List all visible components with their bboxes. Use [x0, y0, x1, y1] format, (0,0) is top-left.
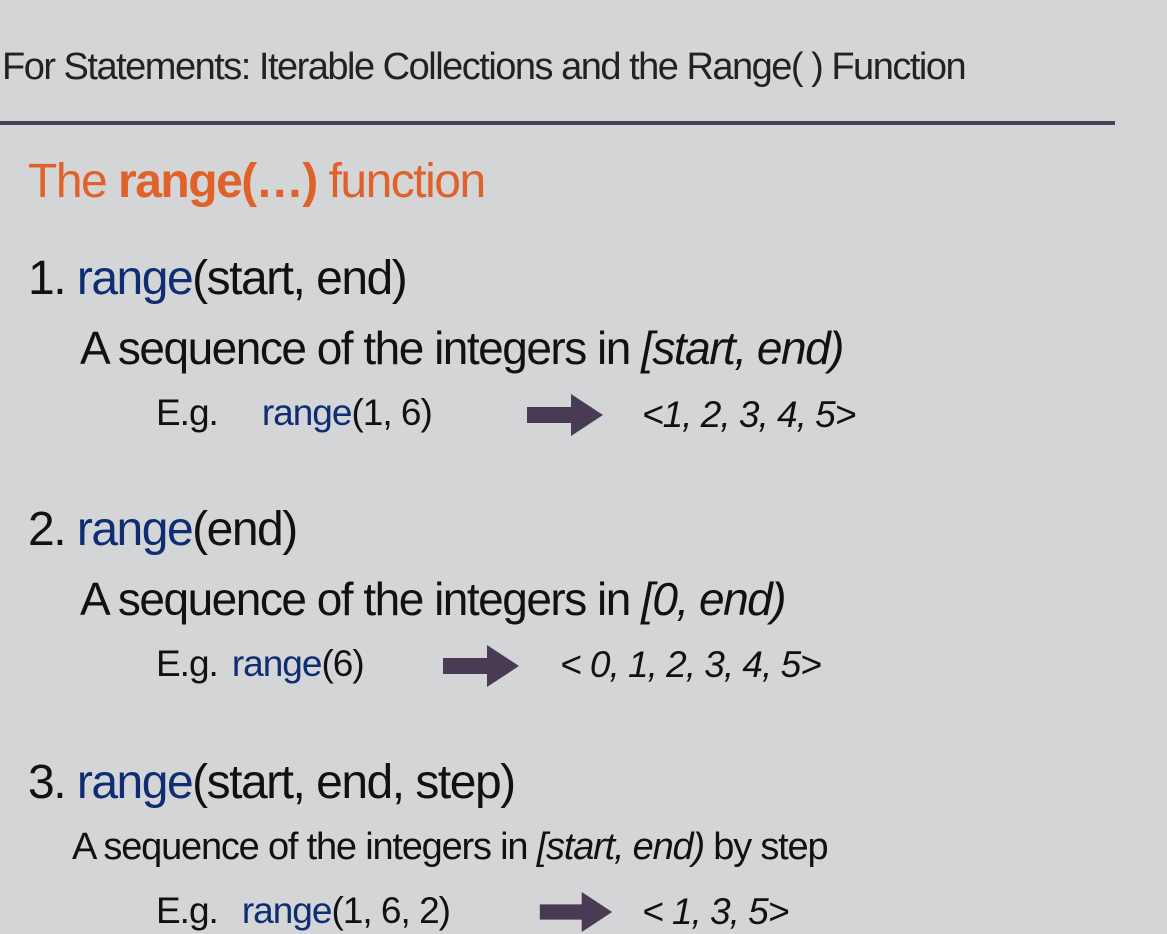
right-arrow-icon [527, 394, 603, 436]
section-heading: The range(…) function [28, 155, 487, 208]
function-args: (end) [192, 503, 298, 556]
item-3-signature: 3. range(start, end, step) [28, 756, 516, 809]
example-label: E.g. [156, 392, 219, 433]
item-1-result: <1, 2, 3, 4, 5> [642, 394, 856, 435]
item-number: 2. [28, 503, 77, 556]
function-args: (start, end) [192, 252, 408, 305]
item-3-result: < 1, 3, 5> [642, 891, 789, 932]
item-1-description: A sequence of the integers in [start, en… [80, 322, 844, 374]
desc-suffix: by step [703, 826, 828, 868]
example-args: (1, 6) [351, 392, 432, 433]
example-function: range [231, 643, 323, 684]
item-number: 1. [28, 252, 77, 305]
desc-text: A sequence of the integers in [80, 573, 642, 625]
item-2-signature: 2. range(end) [28, 503, 298, 556]
desc-text: A sequence of the integers in [72, 826, 537, 868]
function-name: range [76, 252, 194, 305]
title-divider [0, 121, 1115, 125]
heading-pre: The [28, 155, 119, 208]
desc-interval: [start, end) [641, 322, 844, 374]
item-1-signature: 1. range(start, end) [28, 252, 408, 305]
example-label: E.g. [156, 643, 219, 684]
slide-title: For Statements: Iterable Collections and… [2, 46, 967, 88]
example-function: range [261, 392, 353, 433]
right-arrow-icon [443, 645, 519, 687]
example-args: (1, 6, 2) [331, 890, 450, 931]
item-3-example: E.g. range(1, 6, 2) [156, 890, 451, 931]
example-label: E.g. [156, 890, 219, 931]
item-1-example: E.g. range(1, 6) [156, 392, 433, 433]
heading-bold: range(…) [118, 155, 318, 208]
item-number: 3. [28, 756, 77, 809]
item-2-description: A sequence of the integers in [0, end) [80, 573, 787, 625]
right-arrow-icon [538, 892, 614, 932]
desc-text: A sequence of the integers in [80, 322, 642, 374]
item-2-example: E.g. range(6) [156, 643, 365, 684]
desc-interval: [start, end) [536, 826, 705, 868]
heading-post: function [316, 155, 487, 208]
function-name: range [76, 756, 194, 809]
function-args: (start, end, step) [192, 756, 516, 809]
example-args: (6) [321, 643, 364, 684]
function-name: range [76, 503, 194, 556]
desc-interval: [0, end) [641, 573, 787, 625]
item-3-description: A sequence of the integers in [start, en… [72, 826, 829, 868]
example-function: range [241, 890, 333, 931]
item-2-result: < 0, 1, 2, 3, 4, 5> [560, 644, 822, 685]
